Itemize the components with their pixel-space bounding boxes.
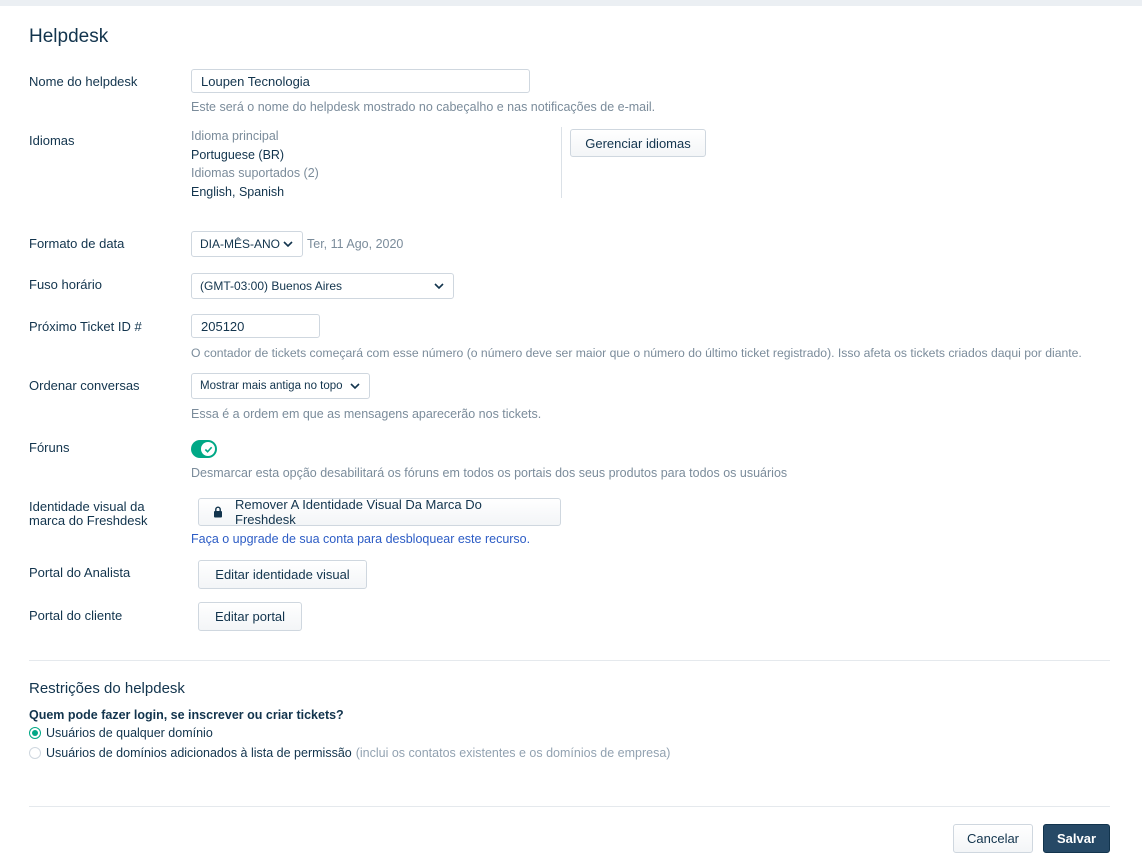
edit-portal-button[interactable]: Editar portal: [198, 602, 302, 631]
timezone-selected: (GMT-03:00) Buenos Aires: [200, 279, 343, 293]
radio-whitelist-note: (inclui os contatos existentes e os domí…: [355, 746, 671, 760]
helpdesk-name-value: Loupen Tecnologia: [201, 73, 310, 89]
primary-language-value: Portuguese (BR): [191, 148, 285, 162]
date-format-select[interactable]: DIA-MÊS-ANO: [191, 231, 303, 257]
timezone-label: Fuso horário: [29, 277, 102, 292]
next-ticket-hint: O contador de tickets começará com esse …: [191, 346, 1082, 360]
timezone-select[interactable]: (GMT-03:00) Buenos Aires: [191, 273, 454, 299]
footer-divider: [29, 806, 1110, 807]
branding-label-line1: Identidade visual da: [29, 499, 145, 514]
next-ticket-input[interactable]: 205120: [191, 314, 320, 338]
chevron-down-icon: [350, 383, 360, 390]
supported-languages-value: English, Spanish: [191, 185, 285, 199]
languages-divider: [561, 127, 562, 198]
next-ticket-value: 205120: [201, 318, 245, 334]
forums-label: Fóruns: [29, 440, 70, 455]
section-divider: [29, 660, 1110, 661]
radio-whitelist-domain[interactable]: Usuários de domínios adicionados à lista…: [29, 746, 670, 760]
cancel-button[interactable]: Cancelar: [953, 824, 1033, 853]
helpdesk-name-hint: Este será o nome do helpdesk mostrado no…: [191, 100, 656, 114]
next-ticket-label: Próximo Ticket ID #: [29, 319, 142, 334]
manage-languages-button[interactable]: Gerenciar idiomas: [570, 129, 706, 157]
radio-whitelist-circle[interactable]: [29, 747, 41, 759]
date-format-preview: Ter, 11 Ago, 2020: [307, 237, 404, 251]
edit-visual-identity-button[interactable]: Editar identidade visual: [198, 560, 367, 589]
remove-branding-label: Remover A Identidade Visual Da Marca Do …: [235, 497, 482, 527]
radio-any-domain-label: Usuários de qualquer domínio: [46, 726, 213, 740]
supported-languages-label: Idiomas suportados (2): [191, 166, 319, 180]
conversation-order-hint: Essa é a ordem em que as mensagens apare…: [191, 407, 542, 421]
conversation-order-select[interactable]: Mostrar mais antiga no topo: [191, 373, 370, 399]
conversation-order-label: Ordenar conversas: [29, 378, 140, 393]
upgrade-link[interactable]: Faça o upgrade de sua conta para desbloq…: [191, 532, 530, 546]
radio-any-domain[interactable]: Usuários de qualquer domínio: [29, 726, 213, 740]
date-format-selected: DIA-MÊS-ANO: [200, 237, 281, 251]
customer-portal-label: Portal do cliente: [29, 608, 123, 623]
helpdesk-name-label: Nome do helpdesk: [29, 74, 138, 89]
helpdesk-name-input[interactable]: Loupen Tecnologia: [191, 69, 530, 93]
top-bar: [0, 0, 1142, 6]
conversation-order-selected: Mostrar mais antiga no topo: [200, 380, 343, 392]
radio-whitelist-label: Usuários de domínios adicionados à lista…: [46, 746, 352, 760]
primary-language-label: Idioma principal: [191, 129, 279, 143]
agent-portal-label: Portal do Analista: [29, 565, 131, 580]
languages-label: Idiomas: [29, 133, 75, 148]
save-button[interactable]: Salvar: [1043, 824, 1110, 853]
branding-label-line2: marca do Freshdesk: [29, 513, 148, 528]
chevron-down-icon: [434, 283, 444, 290]
restrictions-title: Restrições do helpdesk: [29, 680, 185, 697]
check-icon: [204, 446, 212, 453]
toggle-knob: [201, 442, 215, 456]
forums-toggle[interactable]: [191, 440, 217, 458]
page-title: Helpdesk: [29, 26, 109, 47]
remove-branding-button[interactable]: Remover A Identidade Visual Da Marca Do …: [198, 497, 561, 527]
radio-any-domain-circle[interactable]: [29, 727, 41, 739]
restrictions-question: Quem pode fazer login, se inscrever ou c…: [29, 708, 344, 722]
lock-icon: [214, 506, 222, 518]
chevron-down-icon: [283, 241, 293, 248]
date-format-label: Formato de data: [29, 236, 125, 251]
forums-hint: Desmarcar esta opção desabilitará os fór…: [191, 466, 788, 480]
